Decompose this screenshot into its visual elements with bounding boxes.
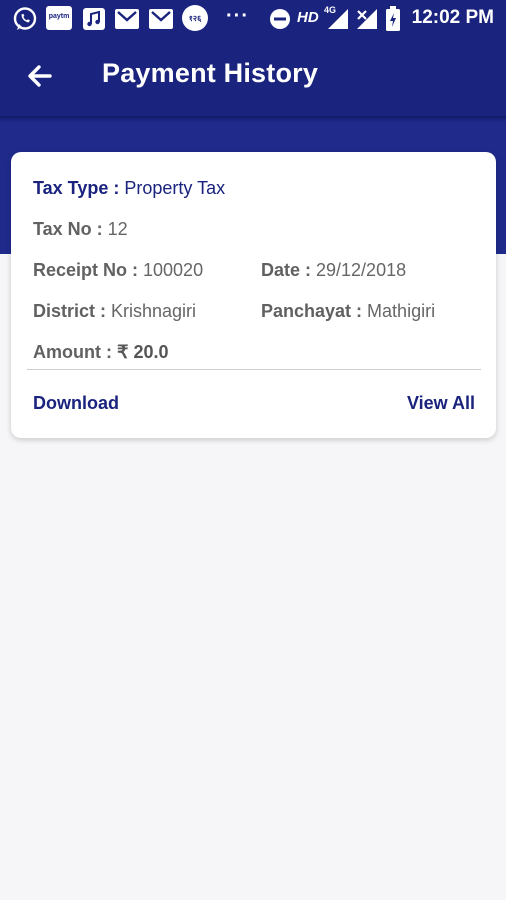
paytm-label: paytm bbox=[48, 13, 70, 20]
tax-type-label: Tax Type : bbox=[33, 178, 125, 198]
district-value: Krishnagiri bbox=[111, 301, 197, 321]
tax-no-label: Tax No : bbox=[33, 219, 108, 239]
tax-no-row: Tax No : 12 bbox=[33, 219, 128, 240]
app-badge-label: १२६ bbox=[188, 14, 202, 23]
panchayat-value: Mathigiri bbox=[367, 301, 436, 321]
receipt-no-row: Receipt No : 100020 bbox=[33, 260, 203, 281]
tax-no-value: 12 bbox=[107, 219, 128, 239]
hd-icon: HD bbox=[297, 9, 319, 26]
whatsapp-icon bbox=[13, 7, 37, 30]
gmail-icon bbox=[115, 9, 139, 29]
panchayat-row: Panchayat : Mathigiri bbox=[261, 301, 435, 322]
amount-label: Amount : bbox=[33, 342, 117, 362]
tax-type-row: Tax Type : Property Tax bbox=[33, 178, 225, 199]
header-shadow bbox=[0, 116, 506, 122]
payment-card: Tax Type : Property Tax Tax No : 12 Rece… bbox=[11, 152, 496, 438]
music-icon bbox=[83, 8, 105, 30]
panchayat-label: Panchayat : bbox=[261, 301, 368, 321]
app-bar: Payment History bbox=[0, 36, 506, 116]
more-icon: ··· bbox=[226, 5, 249, 27]
signal-icon bbox=[357, 9, 377, 29]
arrow-left-icon bbox=[28, 65, 52, 87]
dnd-icon bbox=[270, 9, 290, 29]
receipt-no-value: 100020 bbox=[143, 260, 204, 280]
gmail-icon bbox=[149, 9, 173, 29]
tax-type-value: Property Tax bbox=[124, 178, 226, 198]
back-button[interactable] bbox=[22, 58, 58, 94]
amount-row: Amount : ₹ 20.0 bbox=[33, 342, 168, 363]
card-divider bbox=[27, 369, 481, 370]
date-row: Date : 29/12/2018 bbox=[261, 260, 406, 281]
page-title: Payment History bbox=[102, 58, 319, 88]
view-all-button[interactable]: View All bbox=[407, 393, 475, 414]
signal-4g-icon bbox=[328, 9, 348, 29]
district-row: District : Krishnagiri bbox=[33, 301, 196, 322]
battery-icon bbox=[386, 6, 400, 31]
date-label: Date : bbox=[261, 260, 317, 280]
date-value: 29/12/2018 bbox=[316, 260, 407, 280]
amount-value: ₹ 20.0 bbox=[116, 342, 169, 362]
download-button[interactable]: Download bbox=[33, 393, 119, 414]
status-time: 12:02 PM bbox=[411, 7, 494, 28]
district-label: District : bbox=[33, 301, 112, 321]
receipt-no-label: Receipt No : bbox=[33, 260, 144, 280]
status-bar: paytm १२६ ··· HD 4G 12:02 PM bbox=[0, 0, 506, 36]
